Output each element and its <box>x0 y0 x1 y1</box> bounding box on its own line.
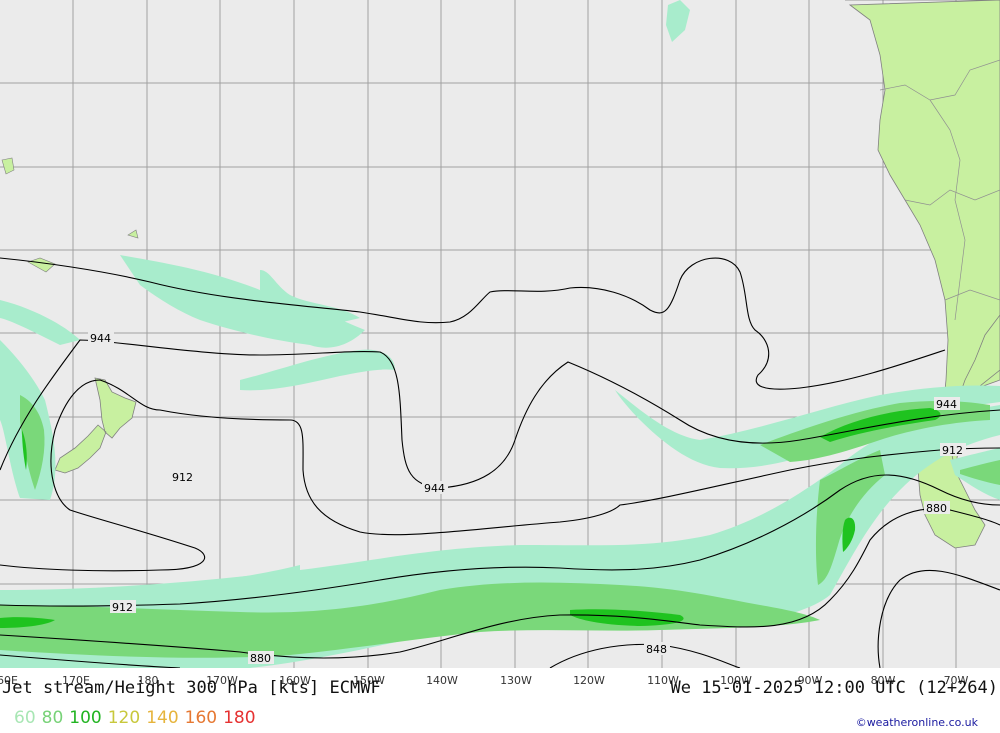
contour-880-se <box>877 569 1000 668</box>
credit-link[interactable]: ©weatheronline.co.uk <box>856 716 978 729</box>
longitude-label: 120W <box>573 674 605 687</box>
pacific-islands <box>1 157 139 273</box>
map-panel: 944 944 944 912 912 912 880 880 848 <box>0 0 1000 668</box>
jet-stream-map: 944 944 944 912 912 912 880 880 848 <box>0 0 1000 668</box>
contour-label: 848 <box>646 643 667 656</box>
contour-label: 912 <box>942 444 963 457</box>
longitude-label: 140W <box>426 674 458 687</box>
contour-label: 944 <box>424 482 445 495</box>
valid-time: We 15-01-2025 12:00 UTC (12+264) <box>670 678 998 698</box>
contour-label: 912 <box>112 601 133 614</box>
legend-item: 60 <box>14 708 36 728</box>
contour-label: 944 <box>90 332 111 345</box>
legend-item: 160 <box>184 708 218 728</box>
legend-item: 180 <box>223 708 256 728</box>
contour-label: 912 <box>172 471 193 484</box>
legend-item: 80 <box>41 708 64 728</box>
map-title: Jet stream/Height 300 hPa [kts] ECMWF <box>2 678 381 698</box>
legend-item: 100 <box>69 708 102 728</box>
legend-item: 120 <box>107 708 141 728</box>
legend-item: 140 <box>146 708 179 728</box>
contour-label: 944 <box>936 398 957 411</box>
contour-label: 880 <box>250 652 271 665</box>
wind-speed-legend: 60 80 100 120 140 160 180 <box>14 708 262 728</box>
longitude-label: 130W <box>500 674 532 687</box>
contour-label: 880 <box>926 502 947 515</box>
